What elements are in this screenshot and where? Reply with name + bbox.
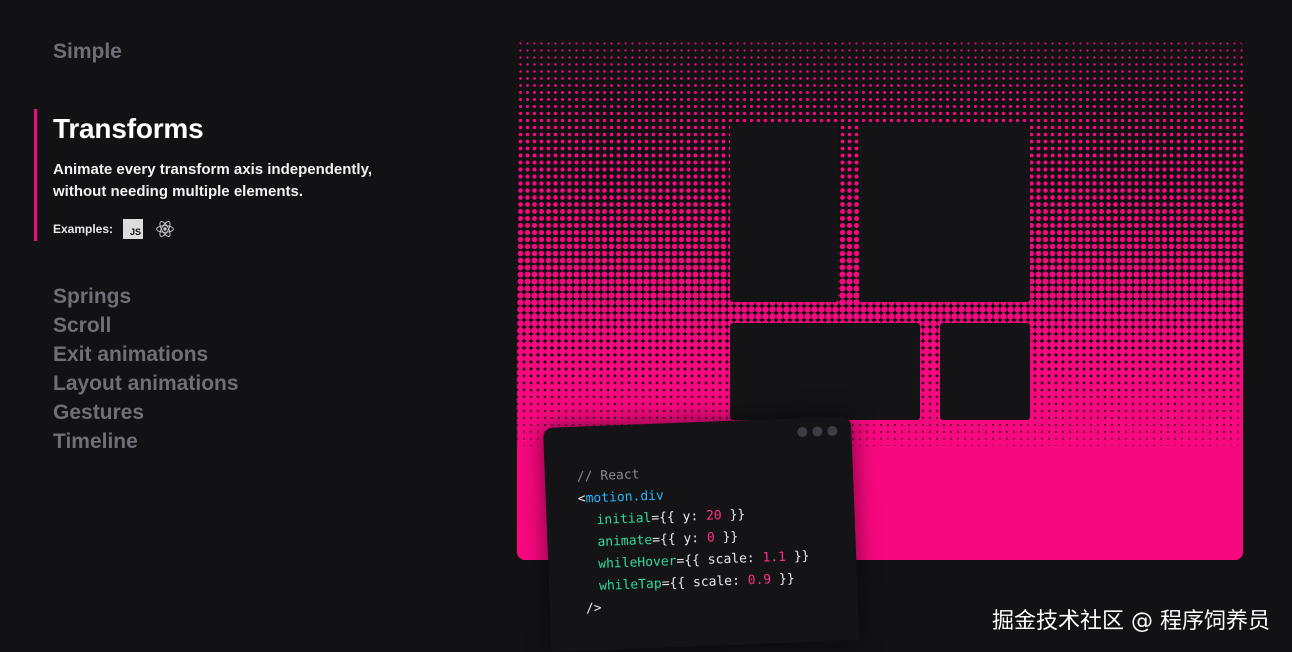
code-text: }} <box>770 571 795 588</box>
demo-box-wide <box>730 323 920 420</box>
demo-box-large <box>859 124 1030 302</box>
nav-item-springs[interactable]: Springs <box>53 282 239 311</box>
nav-item-gestures[interactable]: Gestures <box>53 398 239 427</box>
nav-item-transforms[interactable]: Transforms <box>53 113 434 145</box>
window-controls <box>797 425 838 438</box>
nav-item-layout-animations[interactable]: Layout animations <box>53 369 239 398</box>
js-icon[interactable]: JS <box>123 219 144 239</box>
nav-item-simple[interactable]: Simple <box>53 40 122 64</box>
section-description: Animate every transform axis independent… <box>53 161 372 200</box>
code-attr: initial <box>596 510 652 529</box>
watermark: 掘金技术社区 @ 程序饲养员 <box>992 609 1270 634</box>
nav-item-exit-animations[interactable]: Exit animations <box>53 340 239 369</box>
examples-label: Examples: <box>53 222 114 236</box>
code-text: ={{ scale: <box>676 550 763 569</box>
code-number: 1.1 <box>762 549 787 566</box>
code-text: }} <box>714 529 739 546</box>
code-tag-name: motion.div <box>585 488 665 507</box>
code-window: // React <motion.div initial={{ y: 20 }}… <box>543 416 860 652</box>
active-nav-section: Transforms Animate every transform axis … <box>34 109 434 241</box>
window-dot-icon <box>827 425 838 437</box>
demo-box-tall <box>730 124 838 302</box>
window-dot-icon <box>797 426 808 438</box>
page: Simple Transforms Animate every transfor… <box>0 0 1292 652</box>
code-attr: whileTap <box>598 576 662 594</box>
code-attr: whileHover <box>597 553 677 572</box>
nav-item-timeline[interactable]: Timeline <box>53 427 239 456</box>
code-text: ={{ y: <box>651 508 707 526</box>
code-number: 20 <box>705 508 723 524</box>
nav-list: Springs Scroll Exit animations Layout an… <box>53 282 239 456</box>
code-number: 0.9 <box>747 572 772 589</box>
code-text: }} <box>721 507 746 524</box>
examples-row: Examples: JS <box>53 219 434 239</box>
react-icon[interactable] <box>155 219 175 239</box>
nav-item-scroll[interactable]: Scroll <box>53 311 239 340</box>
demo-box-small <box>940 323 1030 420</box>
code-text: ={{ y: <box>651 530 708 548</box>
window-dot-icon <box>812 426 823 437</box>
code-attr: animate <box>597 532 653 550</box>
code-text: }} <box>785 548 810 565</box>
code-text: ={{ scale: <box>661 573 749 592</box>
